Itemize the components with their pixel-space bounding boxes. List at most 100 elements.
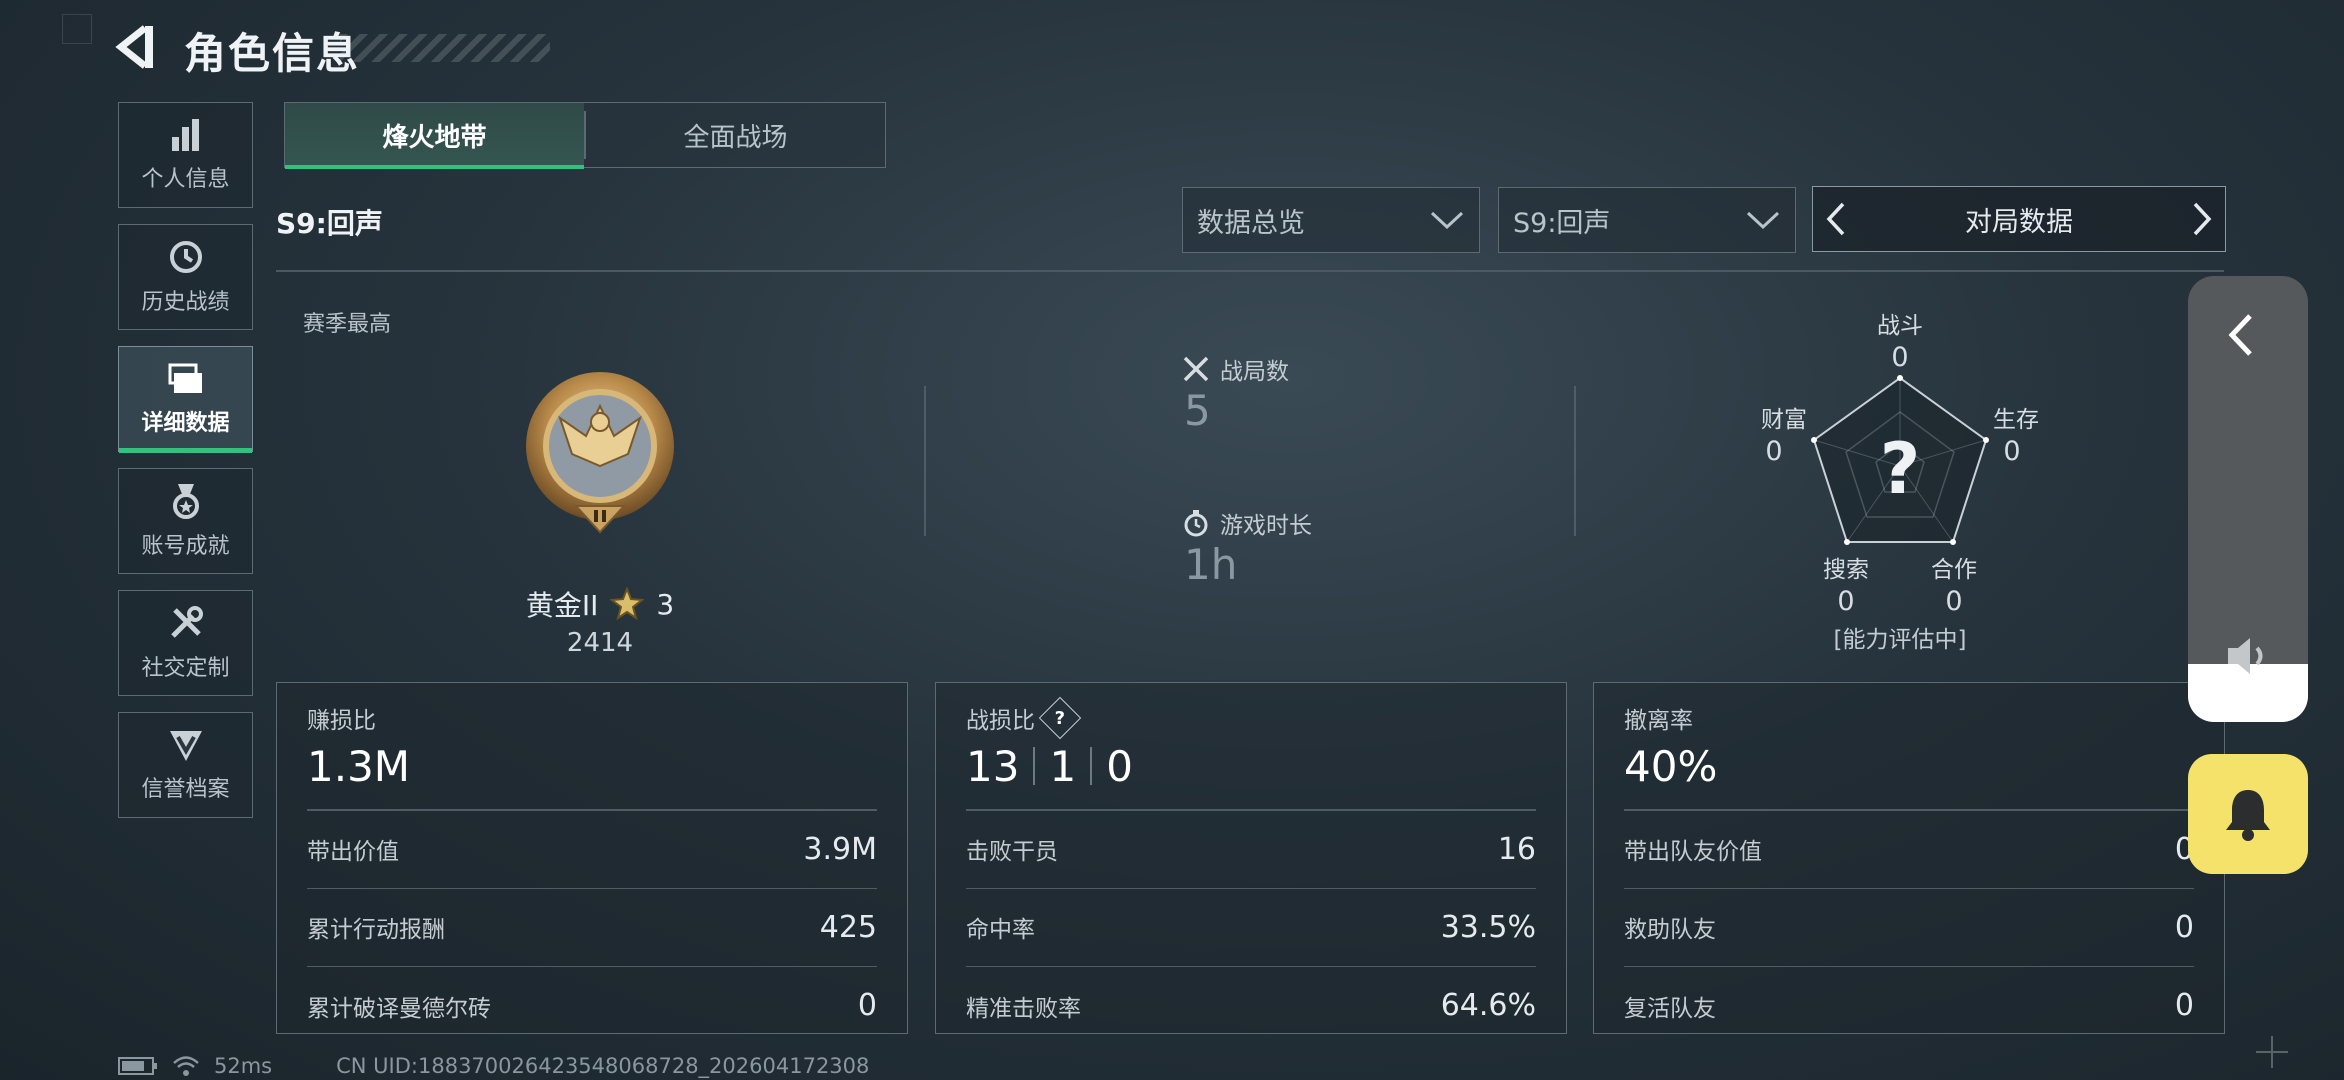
title-decoration [340, 34, 550, 62]
chevron-left-icon[interactable] [1825, 201, 1847, 237]
stat-label: 带出价值 [307, 839, 399, 865]
sidebar-item-achievements[interactable]: 账号成就 [118, 468, 253, 574]
radar-axis-label: 战斗 [1877, 313, 1923, 339]
stopwatch-icon [1184, 510, 1208, 537]
notification-button[interactable] [2188, 754, 2308, 874]
help-icon[interactable]: ? [1038, 696, 1082, 740]
stat-row: 复活队友 0 [1624, 967, 2194, 1045]
data-type-dropdown[interactable]: 数据总览 [1182, 187, 1480, 253]
tools-icon [170, 606, 203, 638]
deaths-value: 1 [1049, 741, 1077, 791]
pager-label: 对局数据 [1965, 206, 2073, 238]
stat-value: 0 [2174, 988, 2194, 1023]
header-divider [276, 270, 2224, 272]
stat-row: 击败干员 16 [966, 811, 1536, 889]
combat-label: 战损比 [966, 708, 1035, 734]
season-dropdown[interactable]: S9:回声 [1498, 187, 1796, 253]
corner-decoration [62, 14, 92, 44]
stat-row: 带出价值 3.9M [307, 811, 877, 889]
stat-label: 复活队友 [1624, 995, 1716, 1022]
dropdown-value: 数据总览 [1197, 207, 1305, 239]
sidebar-item-label: 社交定制 [141, 656, 230, 681]
battery-icon [118, 1057, 157, 1075]
radar-axis-label: 生存 [1993, 407, 2039, 433]
sidebar-item-label: 账号成就 [141, 534, 230, 559]
tab-full-battlefield[interactable]: 全面战场 [586, 103, 885, 167]
wifi-icon [173, 1056, 199, 1076]
sidebar-item-personal-info[interactable]: 个人信息 [118, 102, 253, 208]
radar-axis-label: 搜索 [1823, 557, 1869, 583]
kd-values: 13 1 0 [966, 739, 1536, 793]
stat-row: 累计行动报酬 425 [307, 889, 877, 967]
section-divider [924, 386, 926, 536]
stat-value: 64.6% [1440, 988, 1536, 1023]
data-pager: 对局数据 [1812, 186, 2226, 252]
stat-label: 击败干员 [966, 839, 1058, 865]
value-separator [1033, 747, 1036, 785]
stat-value: 0 [857, 988, 877, 1023]
shield-emblem-icon [169, 731, 202, 761]
playtime-label: 游戏时长 [1220, 513, 1312, 539]
stat-row: 精准击败率 64.6% [966, 967, 1536, 1045]
cards-icon [168, 363, 202, 393]
sidebar-item-social[interactable]: 社交定制 [118, 590, 253, 696]
stat-value: 0 [2174, 909, 2194, 945]
tab-warzone[interactable]: 烽火地带 [285, 103, 584, 169]
medal-ribbon-icon [172, 484, 199, 519]
rank-stars: 3 [656, 587, 675, 621]
bar-chart-icon [171, 119, 199, 151]
radar-axis-value: 0 [1945, 586, 1963, 617]
stat-row: 救助队友 0 [1624, 889, 2194, 967]
bell-icon [2226, 790, 2270, 841]
star-icon [610, 587, 645, 621]
stat-label: 精准击败率 [966, 995, 1081, 1022]
stat-label: 带出队友价值 [1624, 839, 1762, 865]
matches-label: 战局数 [1220, 359, 1289, 385]
playtime-value: 1h [1184, 540, 1238, 589]
rank-name: 黄金II [525, 589, 599, 622]
status-bar: 52ms CN UID:1883700264235480687​28_20260… [118, 1054, 869, 1078]
stat-value: 3.9M [803, 831, 877, 867]
combat-label-row: 战损比 ? [966, 696, 1536, 740]
profit-panel: 赚损比 1.3M 带出价值 3.9M 累计行动报酬 425 累计破译曼德尔砖 0 [276, 682, 908, 1034]
sidebar-item-label: 信誉档案 [141, 777, 230, 802]
chevron-down-icon [1430, 211, 1464, 230]
history-clock-icon [169, 241, 202, 273]
sidebar-item-detailed-data[interactable]: 详细数据 [118, 346, 253, 453]
profit-value: 1.3M [307, 741, 411, 791]
speaker-icon [2228, 638, 2263, 674]
sidebar-item-label: 历史战绩 [141, 290, 230, 315]
rank-row: 黄金II 3 [440, 584, 760, 624]
matches-label-row: 战局数 [1182, 352, 1289, 386]
radar-axis-value: 0 [1765, 436, 1783, 467]
stat-row: 累计破译曼德尔砖 0 [307, 967, 877, 1045]
season-best-label: 赛季最高 [303, 312, 392, 337]
stat-row: 带出队友价值 0 [1624, 811, 2194, 889]
dropdown-value: S9:回声 [1513, 207, 1611, 239]
back-button[interactable] [112, 22, 162, 72]
radar-status-note: [能力评估中] [1833, 627, 1967, 653]
sidebar-item-history[interactable]: 历史战绩 [118, 224, 253, 330]
value-separator [1090, 747, 1093, 785]
sidebar-item-label: 详细数据 [141, 411, 230, 436]
stat-value: 33.5% [1440, 909, 1536, 945]
volume-slider[interactable] [2188, 276, 2308, 722]
chevron-left-icon[interactable] [2226, 312, 2256, 358]
ping-value: 52ms [214, 1054, 273, 1078]
chevron-down-icon [1746, 211, 1780, 230]
stat-row: 命中率 33.5% [966, 889, 1536, 967]
stat-value: 425 [819, 909, 877, 945]
assists-value: 0 [1106, 741, 1133, 791]
stat-label: 累计破译曼德尔砖 [307, 995, 491, 1022]
radar-axis-label: 合作 [1931, 557, 1977, 583]
gold-rank-medal-icon [526, 372, 674, 534]
chevron-right-icon[interactable] [2191, 201, 2213, 237]
mode-tabs: 烽火地带 全面战场 [284, 102, 886, 169]
sidebar-item-reputation[interactable]: 信誉档案 [118, 712, 253, 818]
profit-label: 赚损比 [307, 708, 376, 734]
user-uid: CN UID:1883700264235480687​28_2026041723… [336, 1054, 870, 1078]
radar-axis-value: 0 [2003, 436, 2021, 467]
stat-label: 累计行动报酬 [307, 917, 445, 943]
back-arrow-icon [115, 25, 153, 69]
rank-score: 2414 [566, 628, 634, 658]
